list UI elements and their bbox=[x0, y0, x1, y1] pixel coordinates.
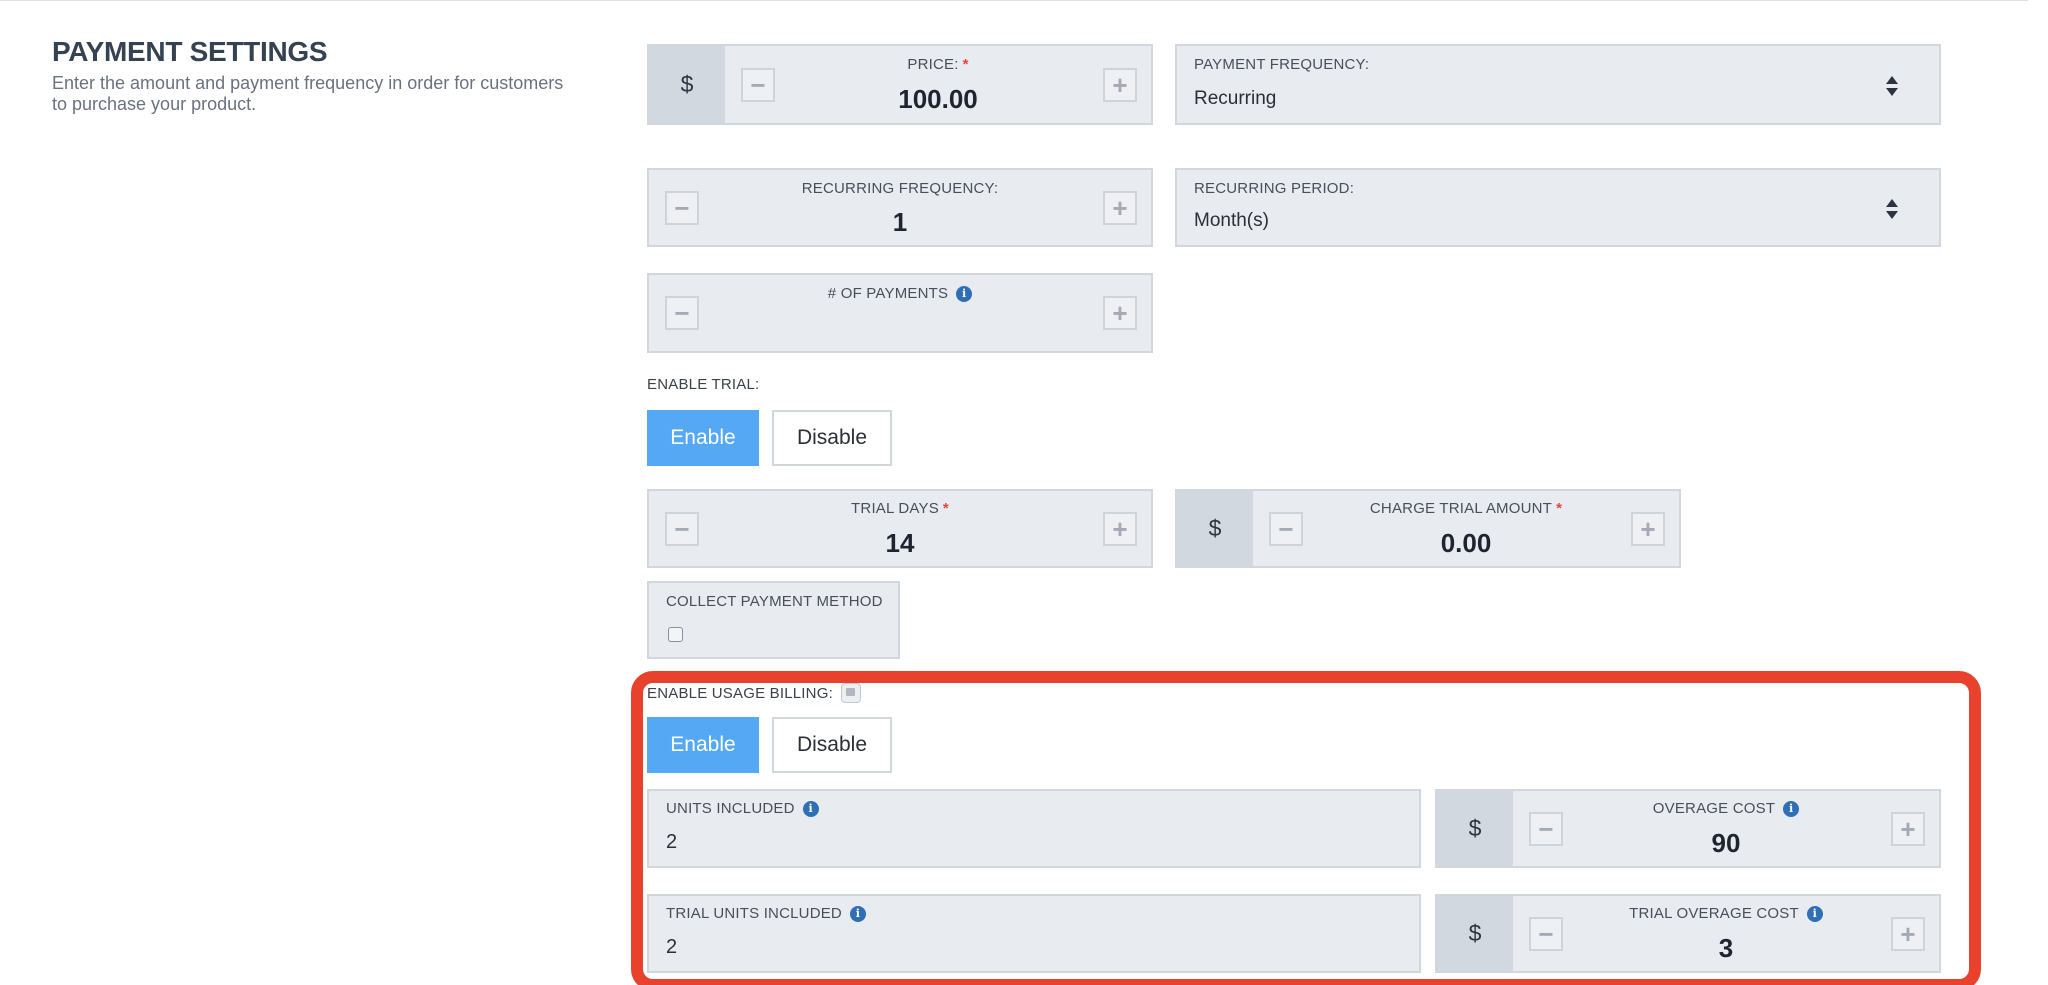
trial-days-field: − TRIAL DAYS * 14 + bbox=[647, 489, 1153, 568]
currency-symbol: $ bbox=[649, 46, 725, 123]
required-marker: * bbox=[962, 56, 969, 73]
section-title: PAYMENT SETTINGS bbox=[52, 36, 328, 67]
select-arrows-icon bbox=[1886, 198, 1898, 219]
charge-trial-amount-input[interactable]: 0.00 bbox=[1253, 528, 1679, 559]
num-payments-field: − # OF PAYMENTS i + bbox=[647, 273, 1153, 353]
trial-disable-button[interactable]: Disable bbox=[772, 410, 892, 466]
recurring-period-value: Month(s) bbox=[1194, 210, 1269, 231]
info-icon[interactable]: i bbox=[956, 286, 973, 302]
recurring-period-label: RECURRING PERIOD: bbox=[1194, 180, 1355, 197]
recurring-period-select[interactable]: RECURRING PERIOD: Month(s) bbox=[1175, 168, 1941, 247]
num-payments-increment-button[interactable]: + bbox=[1103, 296, 1137, 330]
recurring-frequency-increment-button[interactable]: + bbox=[1103, 190, 1137, 225]
required-marker: * bbox=[942, 500, 949, 517]
payment-frequency-value: Recurring bbox=[1194, 88, 1277, 109]
charge-trial-amount-increment-button[interactable]: + bbox=[1631, 511, 1665, 546]
usage-billing-highlight bbox=[631, 671, 1981, 985]
select-arrows-icon bbox=[1886, 75, 1898, 96]
currency-symbol: $ bbox=[1177, 491, 1253, 566]
recurring-frequency-input[interactable]: 1 bbox=[649, 207, 1151, 238]
price-field: $ − PRICE: * 100.00 + bbox=[647, 44, 1153, 125]
price-label: PRICE: * bbox=[907, 56, 969, 73]
recurring-frequency-field: − RECURRING FREQUENCY: 1 + bbox=[647, 168, 1153, 247]
collect-payment-method-label: COLLECT PAYMENT METHOD bbox=[666, 593, 883, 610]
payment-frequency-select[interactable]: PAYMENT FREQUENCY: Recurring bbox=[1175, 44, 1941, 125]
plus-icon: + bbox=[1112, 192, 1128, 223]
plus-icon: + bbox=[1640, 513, 1656, 544]
plus-icon: + bbox=[1112, 513, 1128, 544]
collect-payment-method-field: COLLECT PAYMENT METHOD bbox=[647, 581, 900, 659]
price-input[interactable]: 100.00 bbox=[725, 84, 1151, 115]
plus-icon: + bbox=[1112, 69, 1128, 100]
section-description: Enter the amount and payment frequency i… bbox=[52, 73, 564, 114]
trial-days-label: TRIAL DAYS * bbox=[851, 500, 949, 517]
collect-payment-method-checkbox[interactable] bbox=[668, 627, 683, 642]
trial-enable-button[interactable]: Enable bbox=[647, 410, 759, 466]
price-increment-button[interactable]: + bbox=[1103, 67, 1137, 102]
top-divider bbox=[0, 0, 2028, 3]
charge-trial-amount-label: CHARGE TRIAL AMOUNT * bbox=[1369, 500, 1563, 517]
num-payments-label: # OF PAYMENTS i bbox=[649, 285, 1151, 302]
charge-trial-amount-field: $ − CHARGE TRIAL AMOUNT * 0.00 + bbox=[1175, 489, 1681, 568]
trial-days-increment-button[interactable]: + bbox=[1103, 511, 1137, 546]
recurring-frequency-label: RECURRING FREQUENCY: bbox=[801, 180, 999, 197]
minus-icon: − bbox=[674, 298, 690, 328]
plus-icon: + bbox=[1112, 298, 1128, 328]
payment-frequency-label: PAYMENT FREQUENCY: bbox=[1194, 56, 1370, 73]
required-marker: * bbox=[1556, 500, 1563, 517]
enable-trial-label: ENABLE TRIAL: bbox=[647, 376, 760, 393]
trial-days-input[interactable]: 14 bbox=[649, 528, 1151, 559]
